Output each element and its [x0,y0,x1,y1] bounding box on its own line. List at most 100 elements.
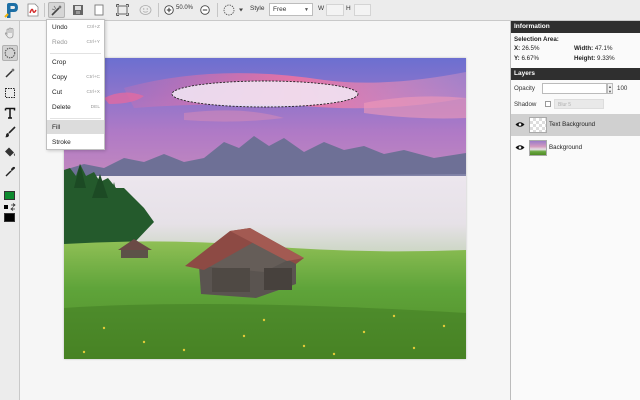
hand-icon [4,27,14,39]
background-color-swatch[interactable] [4,213,15,222]
menu-divider [50,118,101,119]
height-label: Height: [574,55,596,62]
height-input[interactable] [354,4,371,16]
menu-item-label: Delete [52,103,71,111]
height-label: H [346,5,351,12]
zoom-in-icon [164,5,174,15]
tools-sidebar [0,21,20,400]
width-input[interactable] [326,4,344,16]
face-filter-button[interactable] [137,2,153,18]
pdf-export-button[interactable] [25,2,41,18]
edit-tools-button[interactable] [48,2,65,18]
blur-input[interactable]: Blur 5 [554,99,604,109]
layer-thumbnail [529,140,547,156]
magic-wand-icon [5,68,15,78]
opacity-value: 100 [617,85,628,92]
image-canvas[interactable] [64,58,466,359]
menu-item-label: Redo [52,38,68,46]
selection-area-label: Selection Area: [514,36,559,43]
menu-item-undo[interactable]: Undo Ctrl+Z [47,20,104,34]
width-label: Width: [574,45,594,52]
eye-icon[interactable] [515,121,525,128]
menu-item-stroke[interactable]: Stroke [47,135,104,149]
information-header: Information [511,21,640,33]
opacity-slider[interactable] [542,83,607,94]
layer-background[interactable]: Background [511,137,640,159]
menu-item-shortcut: Ctrl+C [86,74,100,80]
layer-name: Text Background [549,121,596,128]
image-save-icon [73,5,83,15]
ellipse-select-tool[interactable] [2,45,18,61]
swap-arrows-icon [4,202,16,211]
zoom-out-button[interactable] [199,2,211,18]
selection-width: Width: 47.1% [574,45,612,52]
zoom-in-button[interactable] [163,2,175,18]
menu-item-fill[interactable]: Fill [47,120,104,134]
document-icon [94,4,104,16]
menu-item-redo[interactable]: Redo Ctrl+Y [47,35,104,49]
ellipse-select-icon [223,4,243,16]
crop-select-tool[interactable] [2,85,18,101]
eye-icon[interactable] [515,144,525,151]
magic-wand-icon [51,4,62,16]
menu-item-label: Crop [52,58,67,66]
menu-item-copy[interactable]: Copy Ctrl+C [47,70,104,84]
y-label: Y: [514,55,520,62]
menu-item-label: Fill [52,123,61,131]
fit-to-screen-button[interactable] [114,2,130,18]
width-label: W [318,5,325,12]
menu-item-delete[interactable]: Delete DEL [47,100,104,114]
fit-screen-icon [115,4,129,16]
eyedropper-tool[interactable] [2,164,18,180]
y-value: 6.67% [521,55,540,62]
selection-x: X: 26.5% [514,45,539,52]
menu-item-shortcut: Ctrl+X [86,89,100,95]
selection-shape-dropdown[interactable] [222,2,246,18]
style-label: Style [250,5,265,12]
zoom-out-icon [200,5,210,15]
foreground-color-swatch[interactable] [4,191,15,200]
brush-tool[interactable] [2,124,18,140]
width-value: 47.1% [594,45,613,52]
app-logo [3,1,21,19]
shadow-label: Shadow [514,101,537,108]
save-image-button[interactable] [70,2,86,18]
top-toolbar: 50.0% Style Free ▼ W H [0,0,640,21]
menu-item-crop[interactable]: Crop [47,55,104,69]
menu-item-shortcut: DEL [90,104,100,110]
swap-colors-button[interactable] [2,202,18,211]
opacity-stepper[interactable]: ▲ ▼ [607,83,613,94]
fill-tool[interactable] [2,144,18,160]
smiley-icon [139,5,151,15]
right-panel: Information Selection Area: X: 26.5% Wid… [510,21,640,400]
app-logo-icon [4,2,18,18]
x-label: X: [514,45,521,52]
text-tool[interactable] [2,105,18,121]
chevron-down-icon: ▼ [304,7,309,13]
height-value: 9.33% [597,55,615,62]
layer-thumbnail [529,117,547,133]
landscape-photo [64,58,466,359]
zoom-level: 50.0% [176,5,194,11]
ellipse-select-icon [4,47,16,59]
menu-item-label: Cut [52,88,63,96]
toolbar-divider [217,3,218,17]
brush-icon [5,126,16,138]
layer-text-background[interactable]: Text Background [511,114,640,136]
menu-item-label: Stroke [52,138,71,146]
x-value: 26.5% [521,45,540,52]
edit-menu: Undo Ctrl+Z Redo Ctrl+Y Crop Copy Ctrl+C… [46,19,105,150]
magic-wand-tool[interactable] [2,65,18,81]
menu-item-label: Copy [52,73,68,81]
rect-select-icon [5,88,15,98]
menu-item-shortcut: Ctrl+Z [86,24,100,30]
new-layer-button[interactable] [91,2,107,18]
paint-bucket-icon [5,147,15,157]
shadow-checkbox[interactable] [545,101,551,107]
hand-tool[interactable] [2,25,18,41]
style-select[interactable]: Free ▼ [269,3,313,16]
opacity-label: Opacity [514,85,535,92]
menu-item-cut[interactable]: Cut Ctrl+X [47,85,104,99]
menu-item-shortcut: Ctrl+Y [86,39,100,45]
layer-name: Background [549,144,583,151]
